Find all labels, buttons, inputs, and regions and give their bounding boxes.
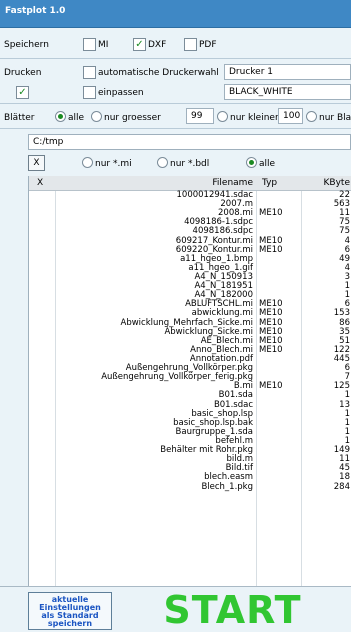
table-row[interactable]: Bild.tif 45 bbox=[29, 464, 351, 473]
nur-kleiner-label: nur kleiner bbox=[230, 113, 279, 123]
printer-field[interactable]: Drucker 1 bbox=[224, 64, 351, 80]
typ-cell: ME10 bbox=[259, 381, 283, 392]
nur-blatt-radio[interactable] bbox=[306, 111, 317, 122]
groesser-input[interactable]: 99 bbox=[186, 108, 214, 124]
save-defaults-button[interactable]: aktuelle Einstellungen als Standard spei… bbox=[28, 592, 112, 630]
table-row[interactable]: bild.m 11 bbox=[29, 455, 351, 464]
nur-kleiner-radio[interactable] bbox=[217, 111, 228, 122]
drucken-label: Drucken bbox=[4, 68, 42, 78]
title-bar: Fastplot 1.0 bbox=[0, 0, 351, 28]
table-row[interactable]: Blech_1.pkg 284 bbox=[29, 481, 351, 492]
header-kbyte[interactable]: KByte bbox=[324, 178, 350, 188]
kleiner-input[interactable]: 100 bbox=[278, 108, 303, 124]
pdf-label: PDF bbox=[199, 40, 217, 50]
header-filename[interactable]: Filename bbox=[212, 178, 253, 188]
filter-alle-label: alle bbox=[259, 159, 276, 169]
table-row[interactable]: Abwicklung_Sicke.mi ME10 35 bbox=[29, 327, 351, 337]
table-row[interactable]: 4098186-1.sdpc 75 bbox=[29, 218, 351, 227]
table-row[interactable]: B01.sdac 13 bbox=[29, 400, 351, 410]
einpassen-label: einpassen bbox=[98, 88, 144, 98]
kbyte-cell: 284 bbox=[333, 481, 350, 492]
window-title: Fastplot 1.0 bbox=[5, 6, 66, 16]
divider bbox=[0, 103, 351, 104]
filter-alle-radio[interactable] bbox=[246, 157, 257, 168]
filter-bdl-label: nur *.bdl bbox=[170, 159, 210, 169]
table-row[interactable]: Behälter mit Rohr.pkg 149 bbox=[29, 446, 351, 455]
save-line-4: speichern bbox=[47, 619, 93, 628]
mi-label: MI bbox=[98, 40, 109, 50]
table-row[interactable]: B01.sda 1 bbox=[29, 391, 351, 400]
header-x[interactable]: X bbox=[37, 178, 43, 188]
drucken-checkbox[interactable]: ✓ bbox=[16, 86, 29, 99]
table-row[interactable]: a11_hgeo_1.gif 4 bbox=[29, 263, 351, 273]
file-table[interactable]: X Filename Typ KByte 1000012941.sdac 22 20… bbox=[28, 176, 351, 586]
table-row[interactable]: A4_N_181951 1 bbox=[29, 282, 351, 291]
auto-printer-label: automatische Druckerwahl bbox=[98, 68, 219, 78]
nur-blatt-label: nur Blat bbox=[319, 113, 351, 123]
table-header: X Filename Typ KByte bbox=[29, 176, 351, 191]
table-row[interactable]: Baurgruppe_1.sda 1 bbox=[29, 427, 351, 437]
filename-cell: Außengehrung_Vollkörper_ferig.pkg bbox=[101, 372, 253, 383]
speichern-label: Speichern bbox=[4, 40, 49, 50]
dxf-checkbox[interactable]: ✓ bbox=[133, 38, 146, 51]
table-body: 1000012941.sdac 22 2007.m 563 2008.mi ME10 11 4… bbox=[29, 191, 351, 492]
table-row[interactable]: B.mi ME10 125 bbox=[29, 382, 351, 391]
divider bbox=[0, 128, 351, 129]
typ-cell: ME10 bbox=[259, 208, 283, 219]
table-row[interactable]: 1000012941.sdac 22 bbox=[29, 191, 351, 200]
blaetter-label: Blätter bbox=[4, 113, 35, 123]
header-typ[interactable]: Typ bbox=[262, 178, 277, 188]
start-button[interactable]: START bbox=[114, 589, 351, 631]
clear-selection-button[interactable]: X bbox=[28, 155, 45, 171]
bottom-bar: aktuelle Einstellungen als Standard spei… bbox=[0, 586, 351, 631]
nur-groesser-radio[interactable] bbox=[91, 111, 102, 122]
blaetter-alle-label: alle bbox=[68, 113, 85, 123]
blaetter-alle-radio[interactable] bbox=[55, 111, 66, 122]
einpassen-checkbox[interactable] bbox=[83, 86, 96, 99]
dxf-label: DXF bbox=[148, 40, 167, 50]
auto-printer-checkbox[interactable] bbox=[83, 66, 96, 79]
table-row[interactable]: ABLUFTSCHL.mi ME10 6 bbox=[29, 300, 351, 309]
color-mode-field[interactable]: BLACK_WHITE bbox=[224, 84, 351, 100]
mi-checkbox[interactable] bbox=[83, 38, 96, 51]
path-field[interactable]: C:/tmp bbox=[28, 134, 351, 150]
table-row[interactable]: blech.easm 18 bbox=[29, 473, 351, 482]
typ-cell: ME10 bbox=[259, 244, 283, 255]
divider bbox=[0, 58, 351, 59]
left-strip bbox=[0, 176, 28, 586]
filename-cell: Blech_1.pkg bbox=[201, 481, 253, 492]
filter-mi-radio[interactable] bbox=[82, 157, 93, 168]
filter-bdl-radio[interactable] bbox=[157, 157, 168, 168]
table-row[interactable]: 2007.m 563 bbox=[29, 200, 351, 209]
nur-groesser-label: nur groesser bbox=[104, 113, 161, 123]
filter-mi-label: nur *.mi bbox=[95, 159, 132, 169]
table-row[interactable]: A4_N_150913 3 bbox=[29, 272, 351, 282]
typ-cell: ME10 bbox=[259, 344, 283, 355]
pdf-checkbox[interactable] bbox=[184, 38, 197, 51]
table-row[interactable]: Außengehrung_Vollkörper_ferig.pkg 7 bbox=[29, 373, 351, 382]
